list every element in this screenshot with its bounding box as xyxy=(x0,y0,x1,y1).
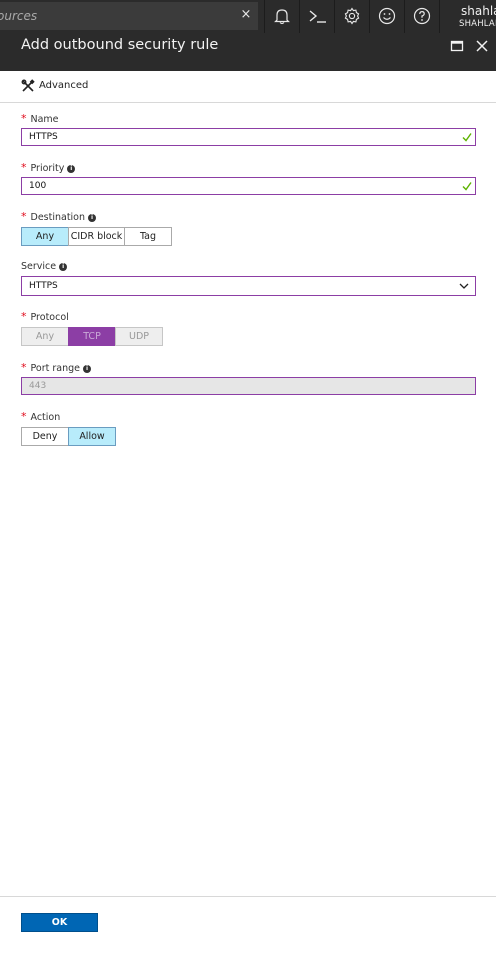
help-icon[interactable] xyxy=(405,0,439,33)
info-icon[interactable]: i xyxy=(67,165,76,173)
required-marker: * xyxy=(21,410,27,423)
priority-field[interactable]: 100 xyxy=(21,177,476,195)
action-deny-toggle[interactable]: Deny xyxy=(21,427,69,446)
destination-label-text: Destination xyxy=(30,212,86,223)
destination-label: * Destination i xyxy=(21,210,97,223)
valid-check-icon xyxy=(462,182,472,191)
required-marker: * xyxy=(21,310,27,323)
required-marker: * xyxy=(21,161,27,174)
user-account-menu[interactable]: shahla SHAHLAI xyxy=(440,0,496,33)
service-label-text: Service xyxy=(21,261,57,272)
chevron-down-icon xyxy=(459,283,469,289)
ok-button[interactable]: OK xyxy=(21,913,98,932)
protocol-udp-toggle: UDP xyxy=(115,327,163,346)
top-navigation-bar: ources × shahl SHAHLAI xyxy=(0,0,496,33)
search-input[interactable]: ources xyxy=(0,9,37,23)
page-title: Add outbound security rule xyxy=(21,37,219,53)
port-range-label: * Port range i xyxy=(21,361,91,374)
service-value: HTTPS xyxy=(29,281,58,291)
user-directory: SHAHLAI xyxy=(459,19,496,29)
close-icon[interactable] xyxy=(474,38,490,54)
port-range-field: 443 xyxy=(21,377,476,395)
user-name: shahla xyxy=(461,4,496,18)
footer-divider xyxy=(0,896,496,897)
maximize-icon[interactable] xyxy=(449,38,465,54)
protocol-label-text: Protocol xyxy=(30,312,69,323)
port-range-value: 443 xyxy=(29,381,47,391)
required-marker: * xyxy=(21,210,27,223)
valid-check-icon xyxy=(462,133,472,142)
service-label: Service i xyxy=(21,261,68,272)
name-field[interactable]: HTTPS xyxy=(21,128,476,146)
settings-icon[interactable] xyxy=(335,0,369,33)
action-allow-toggle[interactable]: Allow xyxy=(68,427,116,446)
command-bar: Advanced xyxy=(0,71,496,103)
info-icon[interactable]: i xyxy=(59,263,68,271)
info-icon[interactable]: i xyxy=(88,214,97,222)
info-icon[interactable]: i xyxy=(82,365,91,373)
protocol-tcp-toggle: TCP xyxy=(68,327,116,346)
clear-search-icon[interactable]: × xyxy=(240,8,252,22)
destination-tag-toggle[interactable]: Tag xyxy=(124,227,172,246)
priority-label: * Priority i xyxy=(21,161,76,174)
port-range-label-text: Port range xyxy=(30,363,80,374)
protocol-label: * Protocol xyxy=(21,310,69,323)
advanced-label: Advanced xyxy=(39,80,89,91)
notifications-icon[interactable] xyxy=(265,0,299,33)
tools-icon xyxy=(21,79,35,92)
search-box[interactable]: ources × xyxy=(0,2,258,30)
cloud-shell-icon[interactable] xyxy=(300,0,334,33)
priority-value: 100 xyxy=(29,181,47,191)
destination-cidr-block-toggle[interactable]: CIDR block xyxy=(68,227,125,246)
service-select[interactable]: HTTPS xyxy=(21,276,476,296)
name-label: * Name xyxy=(21,112,59,125)
required-marker: * xyxy=(21,112,27,125)
name-label-text: Name xyxy=(30,114,59,125)
required-marker: * xyxy=(21,361,27,374)
name-value: HTTPS xyxy=(29,132,58,142)
protocol-any-toggle: Any xyxy=(21,327,69,346)
priority-label-text: Priority xyxy=(30,163,65,174)
blade-header: Add outbound security rule xyxy=(0,33,496,71)
action-label: * Action xyxy=(21,410,60,423)
destination-any-toggle[interactable]: Any xyxy=(21,227,69,246)
feedback-icon[interactable] xyxy=(370,0,404,33)
action-label-text: Action xyxy=(30,412,61,423)
